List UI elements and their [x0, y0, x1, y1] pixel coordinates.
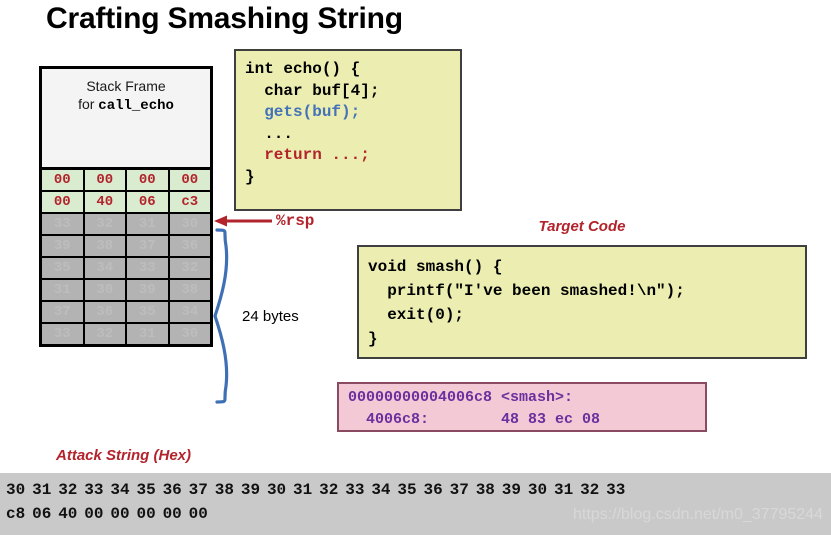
disassembly-box: 00000000004006c8 <smash>: 4006c8: 48 83 …	[337, 382, 707, 432]
attack-string-byte: 00	[162, 505, 182, 523]
slide-canvas: Crafting Smashing String Stack Frame for…	[0, 0, 831, 535]
stack-diagram: Stack Frame for call_echo 00 00 00 00 00…	[39, 66, 213, 347]
attack-string-byte: 31	[32, 481, 52, 499]
attack-string-byte: 38	[475, 481, 495, 499]
stack-cell: 30	[169, 214, 210, 234]
stack-frame-title-line2: for call_echo	[78, 96, 174, 116]
stack-cell: 38	[169, 280, 210, 300]
attack-string-title: Attack String (Hex)	[56, 447, 192, 464]
stack-cell: 37	[42, 302, 83, 322]
attack-string-byte: 36	[423, 481, 443, 499]
code-line: char buf[4];	[245, 81, 380, 100]
stack-cell: 38	[84, 236, 125, 256]
stack-cell: 34	[169, 302, 210, 322]
stack-cell: 40	[84, 192, 125, 212]
stack-cell: 36	[169, 236, 210, 256]
attack-string-byte: 00	[110, 505, 130, 523]
disassembly-line: 4006c8: 48 83 ec 08	[348, 411, 601, 428]
stack-cell: 39	[42, 236, 83, 256]
stack-frame-title-line1: Stack Frame	[86, 78, 166, 94]
attack-string-byte: 38	[214, 481, 234, 499]
stack-frame-for-text: for	[78, 95, 99, 112]
code-line: gets(buf);	[245, 103, 361, 121]
attack-string-byte: 35	[136, 481, 156, 499]
stack-cell: 00	[42, 192, 83, 212]
code-line: }	[245, 167, 255, 186]
attack-string-byte: 40	[58, 505, 78, 523]
stack-cell: 33	[42, 324, 83, 344]
attack-string-byte: 32	[319, 481, 339, 499]
attack-string-byte: 06	[32, 505, 52, 523]
stack-cell: 06	[127, 192, 168, 212]
disassembly-line: 00000000004006c8 <smash>:	[348, 389, 574, 406]
watermark: https://blog.csdn.net/m0_37795244	[573, 506, 823, 523]
stack-cell: 39	[127, 280, 168, 300]
stack-frame-header: Stack Frame for call_echo	[39, 66, 213, 170]
stack-cell: c3	[169, 192, 210, 212]
attack-string-byte: 34	[110, 481, 130, 499]
attack-string-byte: 37	[449, 481, 469, 499]
stack-frame-function-name: call_echo	[98, 97, 174, 114]
attack-string-byte: 30	[527, 481, 548, 499]
attack-string-byte: 33	[606, 481, 626, 499]
attack-string-byte: c8	[6, 505, 26, 523]
code-line: ...	[245, 124, 294, 143]
attack-string-byte: 39	[240, 481, 261, 499]
stack-cell: 30	[169, 324, 210, 344]
attack-string-byte: 39	[501, 481, 521, 499]
attack-string-byte: 30	[6, 481, 26, 499]
stack-cell: 32	[169, 258, 210, 278]
stack-cell: 31	[127, 214, 168, 234]
attack-string-byte: 34	[371, 481, 391, 499]
stack-cell: 35	[42, 258, 83, 278]
echo-code-box: int echo() { char buf[4]; gets(buf); ...…	[234, 49, 462, 211]
target-code-title: Target Code	[538, 218, 626, 235]
attack-string-byte: 30	[266, 481, 287, 499]
attack-string-byte: 35	[397, 481, 417, 499]
target-code-box: void smash() { printf("I've been smashed…	[357, 245, 807, 359]
stack-cell: 00	[127, 170, 168, 190]
stack-cell: 36	[84, 302, 125, 322]
left-arrow-icon	[214, 215, 272, 227]
attack-string-row-2: c8 06 40 00 00 00 00 00	[6, 505, 215, 523]
stack-cell: 00	[169, 170, 210, 190]
code-line: exit(0);	[368, 306, 465, 324]
stack-cell: 32	[84, 324, 125, 344]
page-title: Crafting Smashing String	[46, 2, 403, 35]
code-line: }	[368, 330, 378, 348]
attack-string-byte: 33	[345, 481, 365, 499]
stack-cell: 34	[84, 258, 125, 278]
attack-string-byte: 00	[84, 505, 104, 523]
rsp-label: %rsp	[276, 212, 315, 230]
stack-cell: 00	[42, 170, 83, 190]
stack-cell: 00	[84, 170, 125, 190]
stack-cell: 37	[127, 236, 168, 256]
stack-cell: 31	[127, 324, 168, 344]
code-line: return ...;	[245, 146, 370, 164]
attack-string-byte: 00	[136, 505, 156, 523]
code-line: void smash() {	[368, 258, 503, 276]
stack-cell: 32	[84, 214, 125, 234]
stack-cell: 35	[127, 302, 168, 322]
attack-string-byte: 37	[188, 481, 208, 499]
size-label: 24 bytes	[242, 308, 299, 325]
attack-string-byte: 31	[293, 481, 313, 499]
stack-cell: 31	[42, 280, 83, 300]
stack-cell: 30	[84, 280, 125, 300]
stack-cell: 33	[42, 214, 83, 234]
attack-string-byte: 32	[580, 481, 600, 499]
code-line: int echo() {	[245, 60, 361, 78]
attack-string-byte: 33	[84, 481, 104, 499]
attack-string-byte: 32	[58, 481, 78, 499]
attack-string-row-1: 30 31 32 33 34 35 36 37 38 39 30 31 32 33 34 35 36 37 38 39…	[6, 481, 632, 499]
stack-cell: 33	[127, 258, 168, 278]
stack-byte-grid: 00 00 00 00 00 40 06 c3 33 32 31 30 39 3…	[39, 170, 213, 347]
attack-string-byte: 36	[162, 481, 182, 499]
attack-string-byte: 00	[188, 505, 208, 523]
code-line: printf("I've been smashed!\n");	[368, 282, 685, 300]
attack-string-byte: 31	[553, 481, 574, 499]
